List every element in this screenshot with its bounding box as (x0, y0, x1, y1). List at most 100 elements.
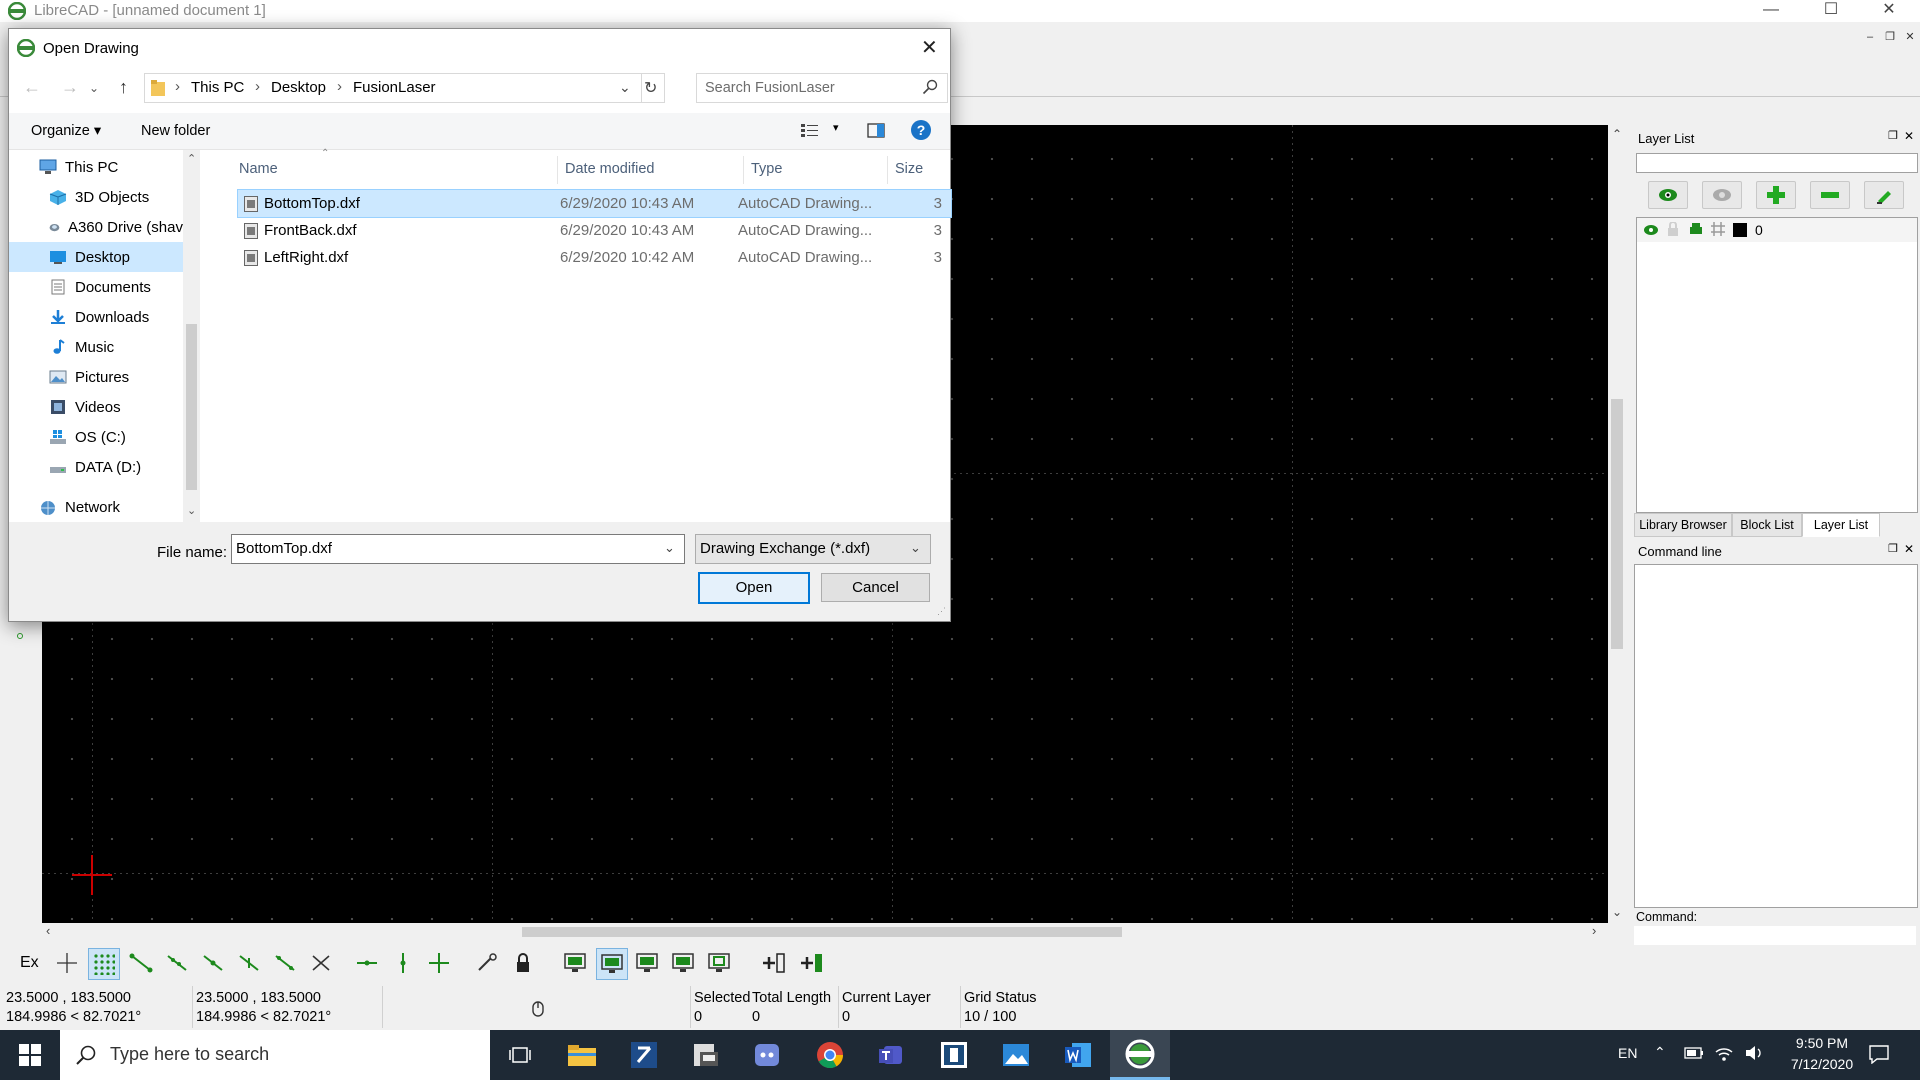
exclusive-snap-label[interactable]: Ex (20, 954, 39, 972)
file-type-select[interactable]: Drawing Exchange (*.dxf) ⌄ (695, 534, 931, 564)
resize-grip-icon[interactable]: ⋰ (937, 606, 946, 617)
file-row-leftright[interactable]: LeftRight.dxf 6/29/2020 10:42 AM AutoCAD… (238, 244, 951, 271)
show-all-layers-button[interactable] (1648, 181, 1688, 209)
command-float-button[interactable]: ❐ (1888, 542, 1898, 555)
hide-all-layers-button[interactable] (1702, 181, 1742, 209)
snap-distance-button[interactable] (270, 948, 300, 978)
layer-construction-icon[interactable] (1711, 222, 1725, 240)
file-row-frontback[interactable]: FrontBack.dxf 6/29/2020 10:43 AM AutoCAD… (238, 217, 951, 244)
forward-arrow-icon[interactable]: → (61, 77, 79, 98)
nav-music[interactable]: Music (49, 332, 179, 362)
volume-icon[interactable] (1744, 1044, 1764, 1066)
tab-block-list[interactable]: Block List (1732, 513, 1802, 537)
snap-free-button[interactable] (52, 948, 82, 978)
column-name[interactable]: Name (239, 161, 278, 177)
nav-pane-scrollbar[interactable]: ⌃ ⌄ (183, 150, 200, 522)
task-view-button[interactable] (490, 1030, 550, 1080)
refresh-button[interactable]: ↻ (640, 73, 665, 103)
column-date-modified[interactable]: Date modified (565, 161, 654, 177)
address-bar[interactable]: › This PC › Desktop › FusionLaser ⌄ (144, 73, 642, 103)
search-folder-input[interactable]: Search FusionLaser (696, 73, 948, 103)
nav-os-c[interactable]: OS (C:) (49, 422, 179, 452)
zoom-out-button[interactable] (668, 948, 698, 978)
preview-pane-icon[interactable] (867, 123, 885, 142)
layer-row[interactable]: 0 (1637, 218, 1917, 242)
restrict-horizontal-button[interactable] (352, 948, 382, 978)
clock-date[interactable]: 7/12/2020 (1786, 1056, 1858, 1072)
breadcrumb-desktop[interactable]: Desktop (271, 79, 326, 96)
insert-block-button[interactable] (796, 948, 826, 978)
column-size[interactable]: Size (895, 161, 923, 177)
mdi-close-button[interactable]: ✕ (1902, 30, 1918, 44)
restrict-vertical-button[interactable] (388, 948, 418, 978)
canvas-vertical-scrollbar[interactable]: ⌃ ⌄ (1608, 125, 1626, 923)
mdi-restore-button[interactable]: ❐ (1882, 30, 1898, 44)
file-explorer-taskbar-button[interactable] (552, 1030, 612, 1080)
battery-icon[interactable] (1684, 1046, 1704, 1064)
mdi-minimize-button[interactable]: – (1862, 30, 1878, 44)
add-layer-button[interactable] (1756, 181, 1796, 209)
nav-videos[interactable]: Videos (49, 392, 179, 422)
set-relative-zero-button[interactable] (472, 948, 502, 978)
help-icon[interactable]: ? (911, 120, 931, 140)
view-options-icon[interactable] (801, 123, 819, 141)
cancel-button[interactable]: Cancel (821, 573, 930, 602)
tab-layer-list[interactable]: Layer List (1802, 513, 1880, 537)
file-name-dropdown-chevron-icon[interactable]: ⌄ (664, 540, 675, 556)
breadcrumb-fusionlaser[interactable]: FusionLaser (353, 79, 436, 96)
nav-documents[interactable]: Documents (49, 272, 179, 302)
command-close-button[interactable]: ✕ (1904, 542, 1914, 556)
back-arrow-icon[interactable]: ← (23, 77, 41, 98)
chevron-up-icon[interactable]: ⌃ (1654, 1044, 1666, 1061)
nav-this-pc[interactable]: This PC (39, 152, 179, 182)
layer-color-swatch[interactable] (1733, 223, 1747, 237)
teams-taskbar-button[interactable] (862, 1030, 922, 1080)
breadcrumb-this-pc[interactable]: This PC (191, 79, 244, 96)
snap-endpoint-button[interactable] (126, 948, 156, 978)
add-block-button[interactable] (758, 948, 788, 978)
file-row-bottomtop[interactable]: BottomTop.dxf 6/29/2020 10:43 AM AutoCAD… (237, 189, 952, 218)
new-folder-button[interactable]: New folder (141, 123, 210, 139)
recent-locations-chevron-icon[interactable]: ⌄ (89, 81, 99, 95)
layer-lock-icon[interactable] (1667, 221, 1679, 240)
photos-taskbar-button[interactable] (986, 1030, 1046, 1080)
snap-center-button[interactable] (198, 948, 228, 978)
laser-app-taskbar-button[interactable] (676, 1030, 736, 1080)
taskbar-search-box[interactable]: Type here to search (60, 1030, 490, 1080)
snap-grid-button[interactable] (88, 948, 120, 980)
layer-filter-input[interactable] (1636, 153, 1918, 173)
zoom-in-button[interactable] (632, 948, 662, 978)
dialog-close-button[interactable]: ✕ (921, 35, 938, 60)
fusion-app-taskbar-button[interactable] (614, 1030, 674, 1080)
librecad-taskbar-button[interactable] (1110, 1030, 1170, 1080)
nav-desktop[interactable]: Desktop (9, 242, 183, 272)
dock-close-button[interactable]: ✕ (1904, 129, 1914, 143)
clock-time[interactable]: 9:50 PM (1786, 1035, 1858, 1051)
address-dropdown-chevron-icon[interactable]: ⌄ (619, 79, 631, 96)
nav-a360-drive[interactable]: A360 Drive (shav (49, 212, 183, 242)
zoom-window-button[interactable] (704, 948, 734, 978)
command-input[interactable] (1634, 926, 1916, 946)
nav-network[interactable]: Network (39, 492, 179, 522)
layer-visible-eye-icon[interactable] (1643, 223, 1659, 240)
input-language[interactable]: EN (1618, 1045, 1637, 1061)
app-taskbar-button[interactable] (924, 1030, 984, 1080)
lock-relative-zero-button[interactable] (508, 948, 538, 978)
wifi-icon[interactable] (1714, 1044, 1734, 1066)
minimize-button[interactable]: — (1748, 0, 1794, 22)
tab-library-browser[interactable]: Library Browser (1634, 513, 1732, 537)
word-taskbar-button[interactable] (1048, 1030, 1108, 1080)
nav-downloads[interactable]: Downloads (49, 302, 179, 332)
chrome-taskbar-button[interactable] (800, 1030, 860, 1080)
view-dropdown-chevron-icon[interactable]: ▾ (833, 121, 839, 134)
start-button[interactable] (0, 1030, 60, 1080)
close-window-button[interactable]: ✕ (1866, 0, 1912, 22)
nav-pictures[interactable]: Pictures (49, 362, 179, 392)
maximize-button[interactable]: ☐ (1808, 0, 1854, 22)
nav-data-d[interactable]: DATA (D:) (49, 452, 179, 482)
dock-float-button[interactable]: ❐ (1888, 129, 1898, 142)
up-arrow-icon[interactable]: ↑ (119, 77, 128, 98)
zoom-redraw-button[interactable] (560, 948, 590, 978)
snap-intersection-button[interactable] (306, 948, 336, 978)
discord-taskbar-button[interactable] (738, 1030, 798, 1080)
